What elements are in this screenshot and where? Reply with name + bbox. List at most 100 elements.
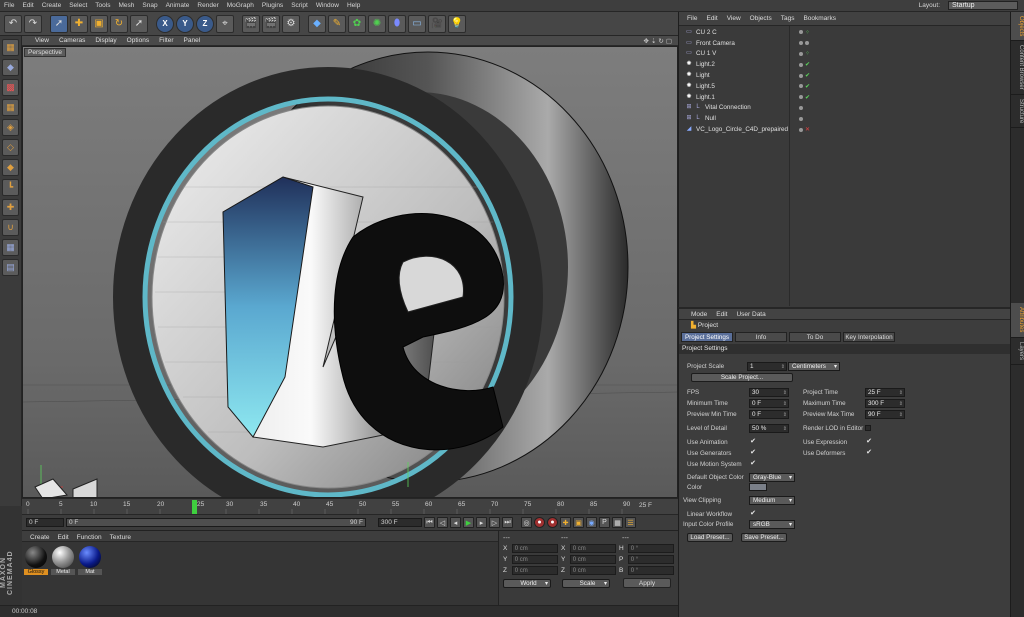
obj-menu-file[interactable]: File: [687, 15, 697, 22]
object-row[interactable]: ✺ Light.5 ✔: [685, 81, 1010, 92]
menu-help[interactable]: Help: [343, 2, 364, 9]
camera-icon[interactable]: 🎥: [428, 14, 446, 33]
lod-input[interactable]: 50 %: [749, 423, 789, 433]
edges-mode-icon[interactable]: ◇: [2, 139, 19, 156]
coord-input[interactable]: 0 °: [627, 555, 674, 564]
object-row[interactable]: ✺ Light.2 ✔: [685, 59, 1010, 70]
color-swatch[interactable]: [749, 483, 767, 491]
mat-menu-texture[interactable]: Texture: [110, 534, 131, 541]
timeline-menu-icon[interactable]: ☰: [625, 517, 636, 528]
coord-input[interactable]: 0 °: [627, 544, 674, 553]
obj-menu-objects[interactable]: Objects: [750, 15, 772, 22]
axis-mode-icon[interactable]: ┗: [2, 179, 19, 196]
project-time-input[interactable]: 25 F: [865, 387, 905, 397]
target-tag-icon[interactable]: ⁘: [805, 50, 810, 57]
coord-input[interactable]: 0 cm: [511, 544, 558, 553]
object-row[interactable]: ⊞ L Null: [685, 113, 1010, 124]
viewport-menu-display[interactable]: Display: [90, 37, 121, 44]
live-selection-icon[interactable]: ➚: [50, 14, 68, 33]
coord-input[interactable]: 0 cm: [569, 555, 616, 564]
attr-menu-edit[interactable]: Edit: [716, 311, 727, 318]
move-icon[interactable]: ✚: [70, 14, 88, 33]
3d-viewport[interactable]: [22, 46, 678, 498]
menu-mograph[interactable]: MoGraph: [223, 2, 258, 9]
visibility-dot[interactable]: [799, 84, 803, 89]
expand-toggle-icon[interactable]: ⊞: [685, 104, 693, 111]
preview-range-slider[interactable]: 0 F 90 F: [66, 518, 366, 527]
tab-content-browser[interactable]: Content Browser: [1011, 41, 1024, 96]
tab-layers[interactable]: Layers: [1011, 338, 1024, 365]
object-row[interactable]: ▭ Front Camera: [685, 38, 1010, 49]
use-motion-checkbox[interactable]: ✔: [749, 460, 757, 468]
enabled-check-icon[interactable]: ✔: [805, 72, 810, 79]
attr-menu-mode[interactable]: Mode: [691, 311, 707, 318]
play-icon[interactable]: ▶: [463, 517, 474, 528]
render-picture-viewer-icon[interactable]: 🎬: [262, 14, 280, 33]
use-expression-checkbox[interactable]: ✔: [865, 438, 873, 446]
render-dot[interactable]: [805, 41, 809, 46]
mat-menu-function[interactable]: Function: [77, 534, 102, 541]
autokey-icon[interactable]: ●: [547, 517, 558, 528]
redo-icon[interactable]: ↷: [24, 14, 42, 33]
min-time-input[interactable]: 0 F: [749, 398, 789, 408]
enabled-check-icon[interactable]: ✔: [805, 83, 810, 90]
prev-key-icon[interactable]: ◁: [437, 517, 448, 528]
obj-menu-view[interactable]: View: [727, 15, 741, 22]
start-frame-field[interactable]: 0 F: [26, 518, 64, 527]
next-frame-icon[interactable]: ▸: [476, 517, 487, 528]
tab-to-do[interactable]: To Do: [789, 332, 841, 342]
coord-input[interactable]: 0 °: [627, 566, 674, 575]
object-row[interactable]: ✺ Light ✔: [685, 70, 1010, 81]
tab-attributes[interactable]: Attributes: [1011, 303, 1024, 338]
go-to-end-icon[interactable]: ⏭: [502, 517, 513, 528]
object-row[interactable]: ▭ CU 2 C ⁘: [685, 27, 1010, 38]
coord-mode-dropdown[interactable]: World: [503, 578, 551, 588]
snap-icon[interactable]: ✚: [2, 199, 19, 216]
record-keys-icon[interactable]: ◎: [521, 517, 532, 528]
menu-file[interactable]: File: [0, 2, 18, 9]
tab-structure[interactable]: Structure: [1011, 95, 1024, 129]
use-generators-checkbox[interactable]: ✔: [749, 449, 757, 457]
visibility-dot[interactable]: [799, 30, 803, 35]
workplane-icon[interactable]: ▦: [2, 99, 19, 116]
linear-workflow-checkbox[interactable]: ✔: [749, 510, 757, 518]
tab-info[interactable]: Info: [735, 332, 787, 342]
scale-icon[interactable]: ▣: [90, 14, 108, 33]
menu-render[interactable]: Render: [193, 2, 222, 9]
lock-workplane-icon[interactable]: ▤: [2, 259, 19, 276]
material-metal[interactable]: Metal: [51, 546, 75, 575]
key-position-icon[interactable]: ▣: [573, 517, 584, 528]
material-glossy[interactable]: Glossy: [24, 546, 48, 575]
menu-snap[interactable]: Snap: [138, 2, 161, 9]
rotate-icon[interactable]: ↻: [110, 14, 128, 33]
x-axis-icon[interactable]: X: [156, 14, 174, 33]
points-mode-icon[interactable]: ◈: [2, 119, 19, 136]
timeline-ruler[interactable]: 0 5 10 15 20 25 30 35 40 45 50 55 60 65 …: [22, 498, 678, 514]
mat-menu-edit[interactable]: Edit: [58, 534, 69, 541]
menu-script[interactable]: Script: [287, 2, 312, 9]
preview-max-input[interactable]: 90 F: [865, 409, 905, 419]
attr-menu-user-data[interactable]: User Data: [736, 311, 765, 318]
obj-menu-edit[interactable]: Edit: [706, 15, 717, 22]
coord-size-dropdown[interactable]: Scale: [562, 578, 610, 588]
texture-mode-icon[interactable]: ▩: [2, 79, 19, 96]
key-pla-icon[interactable]: ▦: [612, 517, 623, 528]
key-param-icon[interactable]: P: [599, 517, 610, 528]
floor-icon[interactable]: ▭: [408, 14, 426, 33]
visibility-dot[interactable]: [799, 105, 803, 110]
visibility-dot[interactable]: [799, 127, 803, 132]
menu-plugins[interactable]: Plugins: [258, 2, 287, 9]
visibility-dot[interactable]: [799, 116, 803, 121]
menu-tools[interactable]: Tools: [91, 2, 114, 9]
menu-mesh[interactable]: Mesh: [114, 2, 138, 9]
use-animation-checkbox[interactable]: ✔: [749, 438, 757, 446]
go-to-start-icon[interactable]: ⏮: [424, 517, 435, 528]
obj-menu-tags[interactable]: Tags: [781, 15, 795, 22]
mat-menu-create[interactable]: Create: [30, 534, 50, 541]
apply-button[interactable]: Apply: [623, 578, 671, 588]
visibility-dot[interactable]: [799, 51, 803, 56]
input-profile-dropdown[interactable]: sRGB: [749, 519, 795, 529]
viewport-menu-options[interactable]: Options: [122, 37, 154, 44]
z-axis-icon[interactable]: Z: [196, 14, 214, 33]
tab-project-settings[interactable]: Project Settings: [681, 332, 733, 342]
